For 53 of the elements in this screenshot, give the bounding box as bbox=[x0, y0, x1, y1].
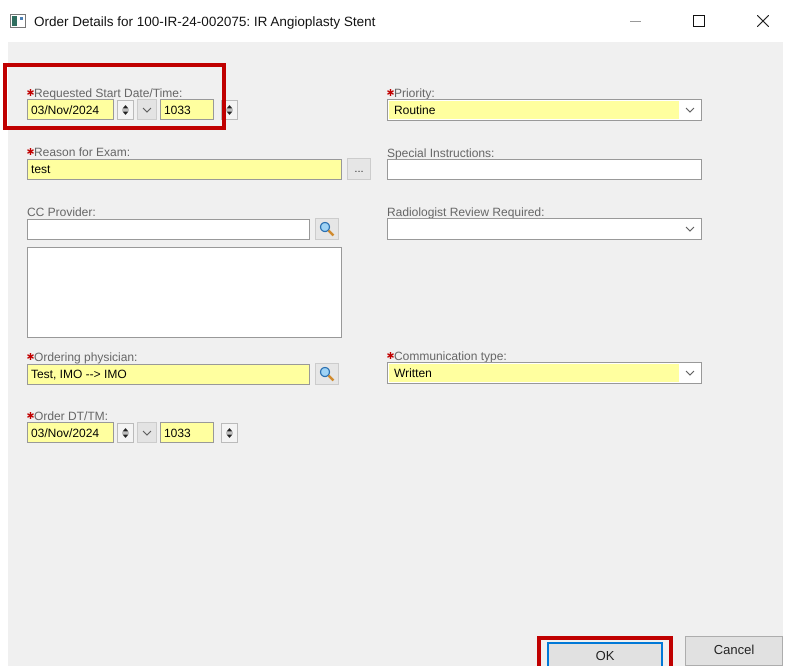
required-icon bbox=[27, 148, 34, 155]
time-field[interactable]: 1033 bbox=[160, 99, 214, 120]
minimize-icon bbox=[630, 20, 640, 22]
caret-icon bbox=[685, 370, 695, 376]
field-label: Special Instructions: bbox=[387, 147, 496, 160]
close-icon bbox=[757, 15, 769, 27]
text-field[interactable] bbox=[387, 159, 702, 180]
caret-icon bbox=[685, 107, 695, 113]
maximize-icon bbox=[693, 15, 705, 27]
field-label: CC Provider: bbox=[27, 206, 97, 219]
field-label: Reason for Exam: bbox=[27, 146, 371, 159]
caret-icon bbox=[142, 106, 152, 112]
spin-arrows-icon bbox=[122, 426, 129, 438]
dropdown-field[interactable]: Written bbox=[387, 362, 702, 384]
required-icon bbox=[387, 89, 394, 96]
text-field[interactable]: test bbox=[27, 158, 342, 180]
dropdown-field[interactable] bbox=[387, 218, 702, 240]
date-field[interactable]: 03/Nov/2024 bbox=[27, 99, 114, 120]
caret-icon bbox=[142, 430, 152, 436]
time-spinner[interactable] bbox=[221, 422, 238, 442]
required-icon bbox=[27, 412, 34, 419]
spin-arrows-icon bbox=[226, 426, 233, 438]
field-label: Order DT/TM: bbox=[27, 410, 371, 423]
caret-icon bbox=[685, 226, 695, 232]
window-title: Order Details for 100-IR-24-002075: IR Angioplasty Stent bbox=[34, 14, 376, 28]
ok-button[interactable]: OK bbox=[547, 642, 663, 666]
field-label: Ordering physician: bbox=[27, 351, 371, 364]
field-label: Radiologist Review Required: bbox=[387, 206, 546, 219]
calendar-dropdown-button[interactable] bbox=[137, 422, 157, 443]
field-label: Priority: bbox=[387, 87, 703, 100]
field-label: Requested Start Date/Time: bbox=[27, 87, 371, 100]
field-label: Communication type: bbox=[387, 350, 703, 363]
required-icon bbox=[27, 89, 34, 96]
date-spinner[interactable] bbox=[117, 422, 134, 442]
spin-arrows-icon bbox=[226, 104, 233, 116]
text-field[interactable]: Test, IMO --> IMO bbox=[27, 364, 310, 384]
text-field[interactable] bbox=[27, 218, 310, 240]
date-field[interactable]: 03/Nov/2024 bbox=[27, 422, 114, 443]
search-button[interactable] bbox=[315, 218, 339, 240]
search-icon bbox=[319, 366, 335, 382]
search-icon bbox=[319, 221, 335, 237]
required-icon bbox=[27, 353, 34, 360]
dropdown-field[interactable]: Routine bbox=[387, 99, 702, 121]
browse-button[interactable]: ... bbox=[347, 158, 371, 180]
list-box[interactable] bbox=[27, 247, 342, 338]
cancel-button[interactable]: Cancel bbox=[685, 636, 783, 666]
date-spinner[interactable] bbox=[117, 100, 134, 120]
app-icon bbox=[10, 14, 26, 28]
time-field[interactable]: 1033 bbox=[160, 422, 214, 443]
search-button[interactable] bbox=[315, 363, 339, 385]
required-icon bbox=[387, 352, 394, 359]
calendar-dropdown-button[interactable] bbox=[137, 99, 157, 120]
spin-arrows-icon bbox=[122, 104, 129, 116]
